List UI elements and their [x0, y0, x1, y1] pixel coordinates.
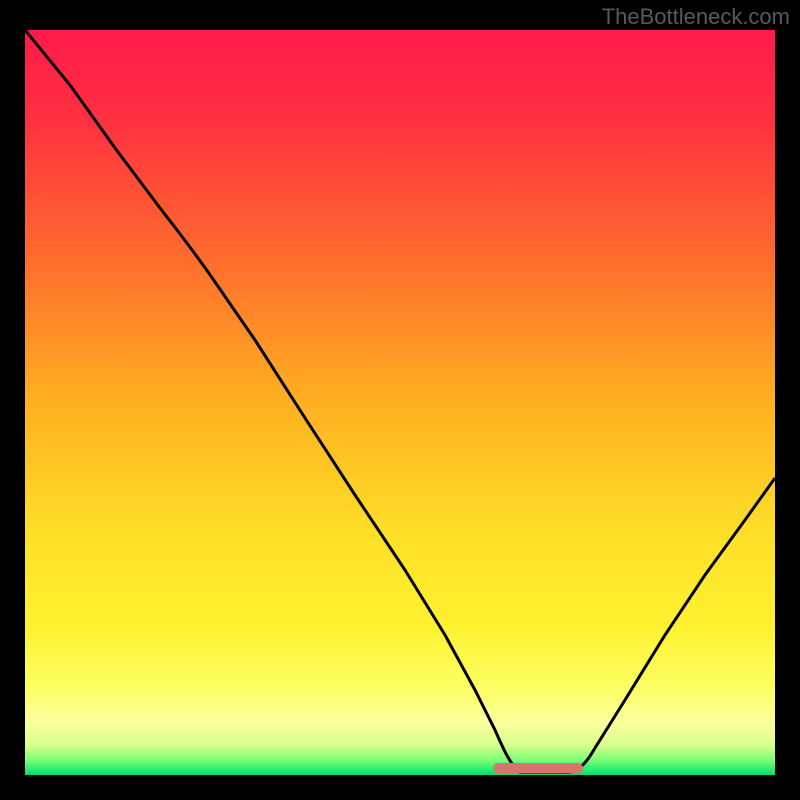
bottleneck-curve [25, 30, 775, 775]
watermark-text: TheBottleneck.com [602, 4, 790, 30]
optimal-marker [493, 763, 583, 773]
plot-area [25, 30, 775, 775]
